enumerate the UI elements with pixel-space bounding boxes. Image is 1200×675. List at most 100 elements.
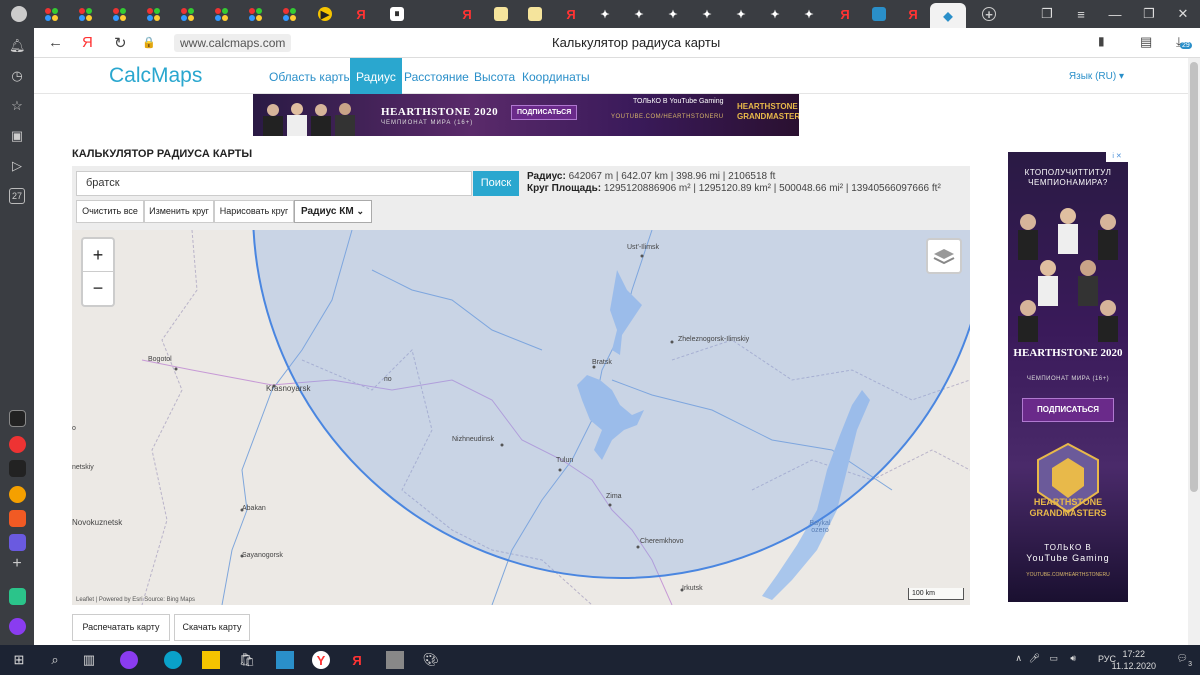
reader-icon[interactable]: ▤ <box>1140 34 1152 50</box>
edit-circle-button[interactable]: Изменить круг <box>144 200 214 223</box>
edge-icon[interactable] <box>164 651 182 669</box>
tab-star-3[interactable]: ✦ <box>658 3 688 25</box>
messenger-icon[interactable] <box>9 534 26 551</box>
tab-play[interactable]: ▶ <box>310 3 340 25</box>
side-ad-banner[interactable]: i ✕ КТОПОЛУЧИТТИТУЛ ЧЕМПИОНАМИРА? HEARTH… <box>1008 152 1128 602</box>
windows-start-icon[interactable]: ⊞ <box>10 651 28 669</box>
mail-taskbar-icon[interactable] <box>276 651 294 669</box>
file-explorer-icon[interactable] <box>202 651 220 669</box>
tab-apps-1[interactable] <box>36 3 66 25</box>
banner-subscribe-button[interactable]: ПОДПИСАТЬСЯ <box>511 105 578 120</box>
tab-apps-4[interactable] <box>138 3 168 25</box>
tab-star-5[interactable]: ✦ <box>726 3 756 25</box>
tab-apps-5[interactable] <box>172 3 202 25</box>
restore-icon[interactable]: ❐ <box>1132 6 1166 22</box>
app-shortcut-icon[interactable] <box>9 410 26 427</box>
music-app-icon[interactable] <box>9 486 26 503</box>
maps-pin-icon[interactable] <box>9 436 26 453</box>
map-attribution[interactable]: Leaflet | Powered by Esri Source: Bing M… <box>76 597 195 603</box>
task-view-icon[interactable]: ▥ <box>80 651 98 669</box>
yandex-home-icon[interactable]: Я <box>82 34 93 51</box>
add-app-icon[interactable]: + <box>9 556 25 572</box>
notification-center-icon[interactable]: 💬︎ <box>1177 653 1188 664</box>
map-canvas[interactable]: Ust'-Ilimsk Zheleznogorsk-Ilimskiy Brats… <box>72 230 970 605</box>
radius-unit-select[interactable]: Радиус КМ ⌄ <box>294 200 372 223</box>
calendar-badge[interactable]: 27 <box>9 188 25 204</box>
location-search-input[interactable]: братск <box>76 171 472 196</box>
tab-apps-7[interactable] <box>240 3 270 25</box>
bookmark-icon[interactable]: ▮ <box>1098 34 1105 48</box>
back-arrow-icon[interactable]: ← <box>48 34 63 51</box>
zoom-out-button[interactable]: − <box>83 272 113 305</box>
search-icon[interactable]: ⌕ <box>46 651 64 669</box>
top-ad-banner[interactable]: HEARTHSTONE 2020 ЧЕМПИОНАТ МИРА (16+) ПО… <box>253 94 799 136</box>
volume-icon[interactable]: 🔊︎ <box>1070 653 1076 664</box>
tab-star-2[interactable]: ✦ <box>624 3 654 25</box>
tab-note-2[interactable] <box>520 3 550 25</box>
search-button[interactable]: Поиск <box>473 171 519 196</box>
send-icon[interactable] <box>9 588 26 605</box>
tab-zen[interactable]: ⏸ <box>382 3 412 25</box>
chevron-up-icon[interactable]: ∧ <box>1015 653 1022 664</box>
collections-icon[interactable]: ❐ <box>1030 6 1064 22</box>
new-tab-button[interactable]: + <box>974 3 1004 25</box>
calculator-icon[interactable] <box>386 651 404 669</box>
notes-icon[interactable]: ▣ <box>9 128 25 144</box>
profile-avatar[interactable] <box>4 3 34 25</box>
bell-icon[interactable]: 🔔︎ <box>9 38 26 54</box>
yandex-taskbar-icon[interactable]: Я <box>348 651 366 669</box>
side-ad-subscribe-button[interactable]: ПОДПИСАТЬСЯ <box>1022 398 1114 422</box>
download-map-button[interactable]: Скачать карту <box>174 614 250 641</box>
paint-icon[interactable]: 🎨︎ <box>422 651 440 669</box>
lock-icon: 🔒 <box>142 37 156 49</box>
tab-apps-8[interactable] <box>274 3 304 25</box>
store-icon[interactable]: 🛍︎ <box>238 651 256 669</box>
tab-yandex-5[interactable]: Я <box>898 3 928 25</box>
url-field[interactable]: www.calcmaps.com <box>174 34 292 52</box>
media-play-icon[interactable]: ▷ <box>9 158 25 174</box>
close-icon[interactable]: ✕ <box>1166 6 1200 22</box>
scrollbar-thumb[interactable] <box>1190 62 1198 492</box>
favorites-star-icon[interactable]: ☆ <box>9 98 25 114</box>
clear-all-button[interactable]: Очистить все <box>76 200 144 223</box>
nav-coordinates[interactable]: Координаты <box>516 58 596 94</box>
mail-icon[interactable] <box>9 510 26 527</box>
tab-note-1[interactable] <box>486 3 516 25</box>
yandex-browser-icon[interactable]: Y <box>312 651 330 669</box>
minimize-icon[interactable]: — <box>1098 7 1132 22</box>
history-icon[interactable]: ◷ <box>9 68 25 84</box>
print-map-button[interactable]: Распечатать карту <box>72 614 170 641</box>
tab-calcmaps-active[interactable]: ◆ <box>930 3 966 28</box>
alice-icon[interactable] <box>9 618 26 635</box>
language-dropdown[interactable]: Язык (RU) ▾ <box>1069 71 1124 82</box>
tab-star-4[interactable]: ✦ <box>692 3 722 25</box>
tab-yandex-1[interactable]: Я <box>346 3 376 25</box>
mic-icon[interactable]: 🎤︎ <box>1029 653 1040 664</box>
tab-apps-6[interactable] <box>206 3 236 25</box>
tab-star-6[interactable]: ✦ <box>760 3 790 25</box>
network-icon[interactable]: ▭ <box>1049 653 1058 664</box>
ad-choices-icon[interactable]: i ✕ <box>1106 152 1128 162</box>
menu-icon[interactable]: ≡ <box>1064 7 1098 22</box>
tab-star-7[interactable]: ✦ <box>794 3 824 25</box>
clock[interactable]: 17:22 11.12.2020 <box>1112 648 1156 672</box>
zoom-in-button[interactable]: + <box>83 239 113 272</box>
reload-icon[interactable]: ↻ <box>114 34 127 52</box>
nav-distance[interactable]: Расстояние <box>398 58 475 94</box>
tab-image[interactable] <box>864 3 894 25</box>
site-logo[interactable]: CalcMaps <box>109 64 202 88</box>
nav-map-area[interactable]: Область карты <box>263 58 358 94</box>
tab-star-1[interactable]: ✦ <box>590 3 620 25</box>
page-scrollbar[interactable] <box>1188 58 1200 645</box>
tab-apps-2[interactable] <box>70 3 100 25</box>
tab-yandex-2[interactable]: Я <box>452 3 482 25</box>
sparkle-app-icon[interactable] <box>9 460 26 477</box>
tab-apps-3[interactable] <box>104 3 134 25</box>
draw-circle-button[interactable]: Нарисовать круг <box>214 200 294 223</box>
alice-taskbar-icon[interactable] <box>120 651 138 669</box>
tab-yandex-3[interactable]: Я <box>556 3 586 25</box>
nav-elevation[interactable]: Высота <box>468 58 521 94</box>
layers-button[interactable] <box>926 238 962 274</box>
tab-yandex-4[interactable]: Я <box>830 3 860 25</box>
nav-radius[interactable]: Радиус <box>350 58 402 94</box>
